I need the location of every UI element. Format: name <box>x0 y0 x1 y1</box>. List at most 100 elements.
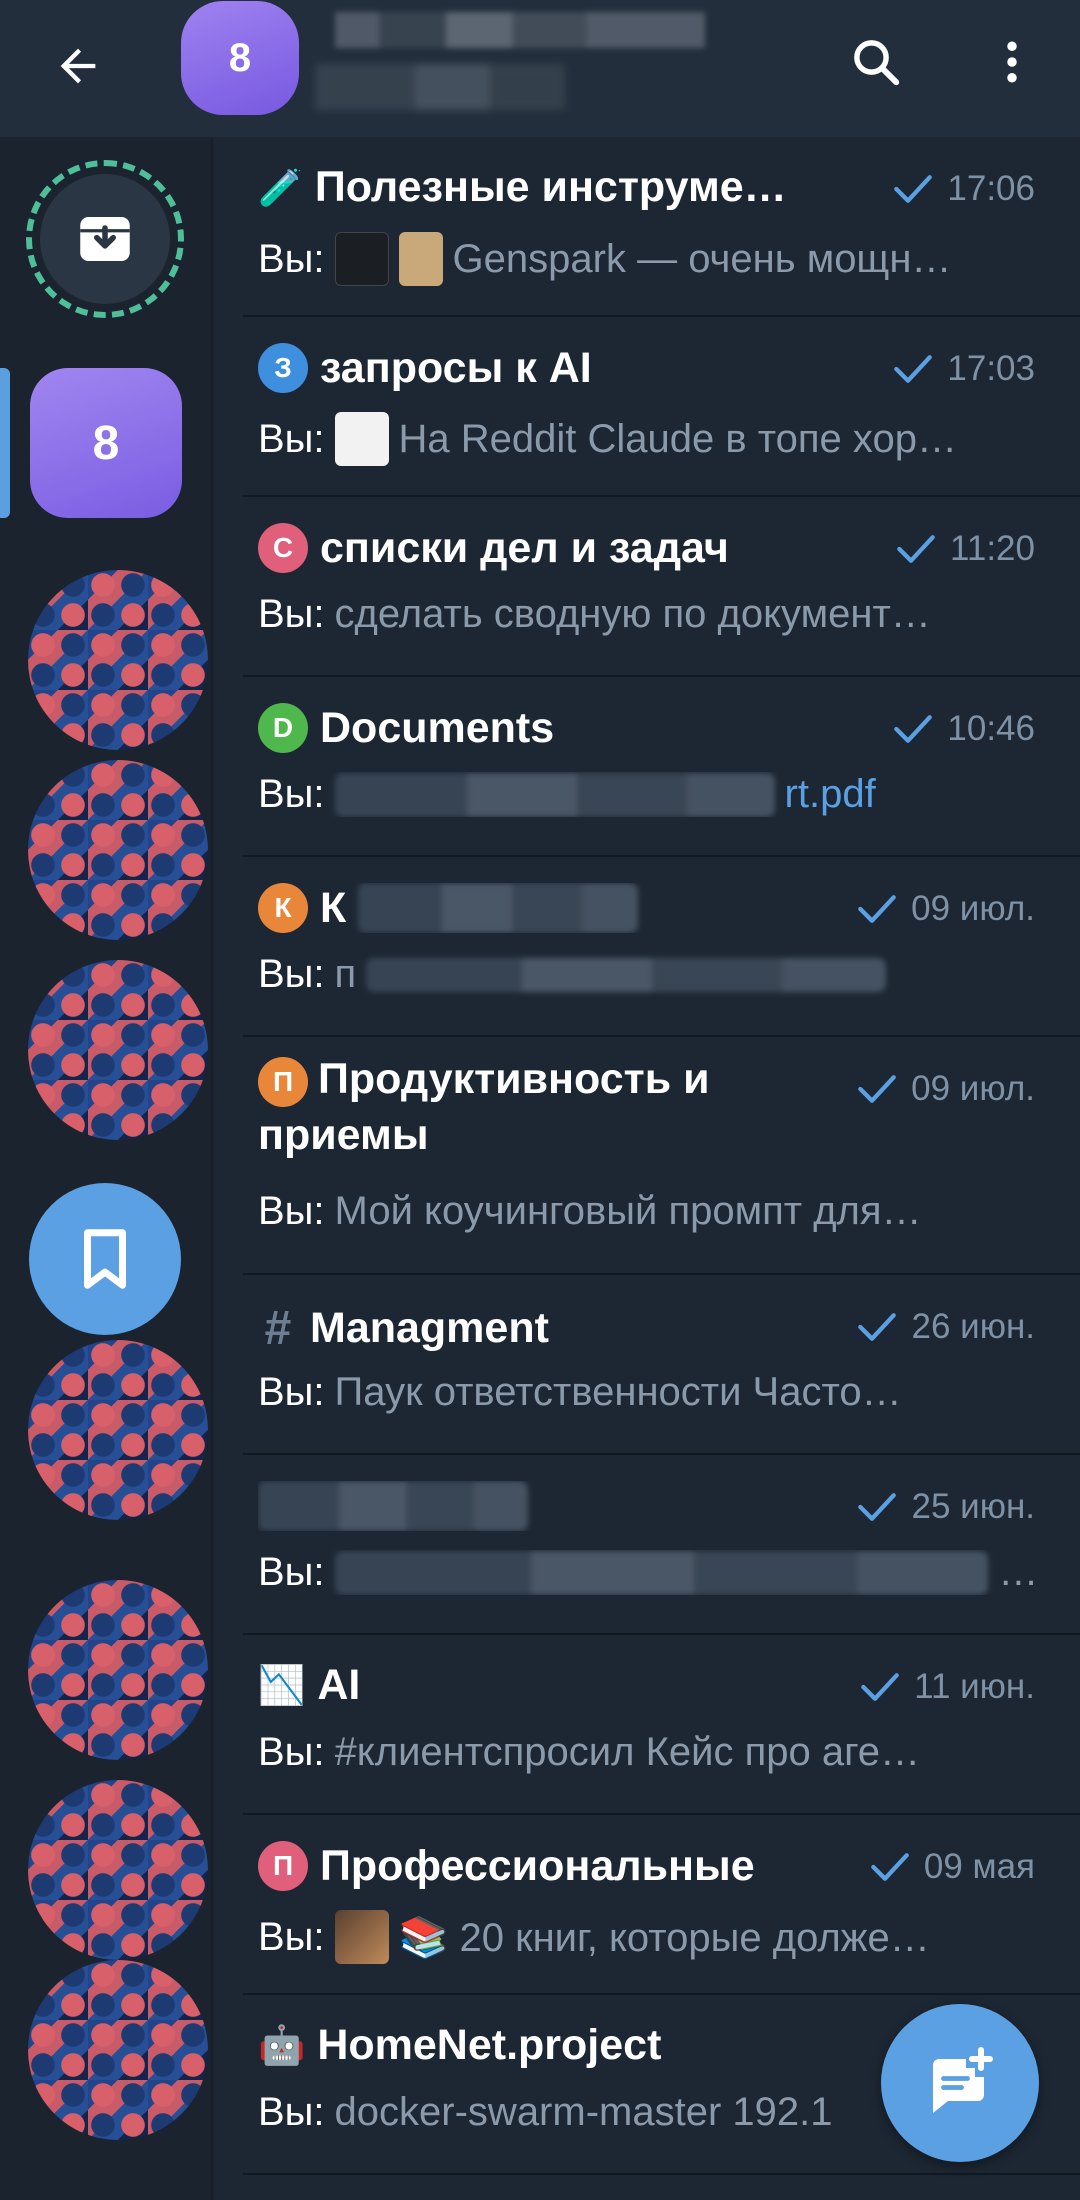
folder-letter-icon: П <box>258 1841 308 1891</box>
chat-time: 17:03 <box>893 349 1035 389</box>
search-icon <box>854 40 900 86</box>
chat-time: 09 мая <box>870 1847 1035 1887</box>
active-folder-indicator <box>0 368 10 518</box>
blurred-title <box>358 883 639 933</box>
blurred-title <box>258 1481 528 1531</box>
chat-title-text: AI <box>317 1661 361 1709</box>
chat-time: 10:46 <box>893 709 1035 749</box>
folder-avatar-5[interactable] <box>28 1580 208 1760</box>
chat-row[interactable]: С списки дел и задач 11:20 Вы: сделать с… <box>213 497 1080 677</box>
sender-label: Вы: <box>258 416 325 461</box>
check-icon <box>858 1075 896 1103</box>
sender-label: Вы: <box>258 772 325 816</box>
test-tube-icon: 🧪 <box>258 166 303 208</box>
active-folder-button[interactable]: 8 <box>30 368 182 518</box>
check-icon <box>897 535 935 563</box>
chat-row[interactable]: 🧪 Полезные инструме… 17:06 Вы: Genspark … <box>213 137 1080 317</box>
sender-label: Вы: <box>258 1370 325 1414</box>
chat-preview: Вы: #клиентспросил Кейс про аге… <box>258 1730 1038 1775</box>
preview-text: Genspark — очень мощн… <box>452 236 952 281</box>
chat-time: 17:06 <box>893 169 1035 209</box>
chat-title: П Профессиональные <box>258 1841 858 1891</box>
chat-row[interactable]: З запросы к AI 17:03 Вы: На Reddit Claud… <box>213 317 1080 497</box>
media-thumbnail <box>334 232 389 286</box>
check-icon <box>894 355 933 383</box>
chat-title: 🤖 HomeNet.project <box>258 2021 858 2070</box>
chat-time: 09 июл. <box>857 889 1035 929</box>
arrow-left-icon <box>60 48 96 84</box>
sender-label: Вы: <box>258 1550 325 1594</box>
preview-text: сделать сводную по документ… <box>334 592 931 636</box>
robot-icon: 🤖 <box>258 2024 306 2067</box>
preview-text: п <box>334 952 357 996</box>
media-thumbnail <box>334 412 389 466</box>
check-icon <box>894 175 933 203</box>
chat-preview: Вы: На Reddit Claude в топе хор… <box>258 412 1038 466</box>
sender-label: Вы: <box>258 236 325 281</box>
saved-messages-button[interactable] <box>29 1183 181 1335</box>
chat-title: 📉 AI <box>258 1661 858 1710</box>
sender-label: Вы: <box>258 1730 325 1774</box>
check-icon <box>858 1313 897 1341</box>
archive-icon <box>80 217 130 261</box>
chat-row[interactable]: # Managment 26 июн. Вы: Паук ответственн… <box>213 1275 1080 1455</box>
bookmark-icon <box>84 1229 126 1289</box>
file-link[interactable]: rt.pdf <box>785 772 876 817</box>
check-icon <box>858 895 896 923</box>
chat-preview: Вы: сделать сводную по документ… <box>258 592 1038 637</box>
folder-avatar-3[interactable] <box>28 960 208 1140</box>
media-thumbnail <box>398 232 443 286</box>
chat-row[interactable]: 📉 AI 11 июн. Вы: #клиентспросил Кейс про… <box>213 1635 1080 1815</box>
chat-preview: Вы: rt.pdf <box>258 772 1038 817</box>
chat-title: П Продуктивность и приемы <box>258 1051 818 1163</box>
chat-row[interactable]: D Documents 10:46 Вы: rt.pdf <box>213 677 1080 857</box>
chat-row[interactable]: 25 июн. Вы: … <box>213 1455 1080 1635</box>
sender-label: Вы: <box>258 2090 325 2134</box>
chat-title-text: Managment <box>310 1304 549 1352</box>
folder-avatar-4[interactable] <box>28 1340 208 1520</box>
folder-avatar[interactable]: 8 <box>181 1 299 115</box>
chat-row[interactable]: П Продуктивность и приемы 09 июл. Вы: Мой… <box>213 1037 1080 1275</box>
chat-title: С списки дел и задач <box>258 523 858 573</box>
new-message-icon <box>933 2047 993 2113</box>
preview-text: 📚 20 книг, которые долже… <box>398 1915 930 1960</box>
search-button[interactable] <box>836 22 916 102</box>
chat-title: З запросы к AI <box>258 343 858 393</box>
chat-preview: Вы: Мой коучинговый промпт для… <box>258 1189 1038 1234</box>
more-options-button[interactable] <box>972 22 1052 102</box>
preview-text: На Reddit Claude в топе хор… <box>398 416 957 461</box>
folder-avatar-7[interactable] <box>28 1960 208 2140</box>
folder-avatar-6[interactable] <box>28 1780 208 1960</box>
preview-text: Паук ответственности Часто… <box>334 1370 902 1414</box>
chat-title: 🧪 Полезные инструме… <box>258 163 858 212</box>
compose-button[interactable] <box>881 2004 1039 2162</box>
folder-letter-icon: К <box>258 883 308 933</box>
chat-time-text: 26 июн. <box>911 1307 1035 1346</box>
chat-title-text: запросы к AI <box>320 343 592 392</box>
chat-title-text: Профессиональные <box>320 1841 755 1890</box>
chat-title <box>258 1481 858 1531</box>
chat-time: 09 июл. <box>857 1069 1035 1109</box>
chat-time: 11 июн. <box>860 1667 1035 1707</box>
chat-preview: Вы: 📚 20 книг, которые долже… <box>258 1910 1038 1964</box>
back-button[interactable] <box>40 28 116 104</box>
chat-time-text: 10:46 <box>947 709 1035 748</box>
chat-title-text: Продуктивность и приемы <box>258 1055 710 1159</box>
more-vertical-icon <box>1007 41 1017 83</box>
chat-row[interactable]: К К 09 июл. Вы: п <box>213 857 1080 1037</box>
chat-preview: Вы: … <box>258 1550 1038 1595</box>
chat-preview: Вы: Genspark — очень мощн… <box>258 232 1038 286</box>
sender-label: Вы: <box>258 1189 325 1233</box>
chat-time: 11:20 <box>896 529 1035 569</box>
archive-button[interactable] <box>40 174 170 304</box>
preview-text: #клиентспросил Кейс про аге… <box>334 1730 921 1774</box>
folder-avatar-label: 8 <box>228 35 252 80</box>
chat-row[interactable]: П Профессиональные 09 мая Вы: 📚 20 книг,… <box>213 1815 1080 1995</box>
chat-title-text: HomeNet.project <box>317 2021 662 2069</box>
check-icon <box>861 1673 899 1701</box>
active-folder-label: 8 <box>92 416 120 470</box>
sender-label: Вы: <box>258 592 325 636</box>
folder-avatar-2[interactable] <box>28 760 208 940</box>
folder-avatar-1[interactable] <box>28 570 208 750</box>
chat-title-text: Documents <box>320 703 555 752</box>
